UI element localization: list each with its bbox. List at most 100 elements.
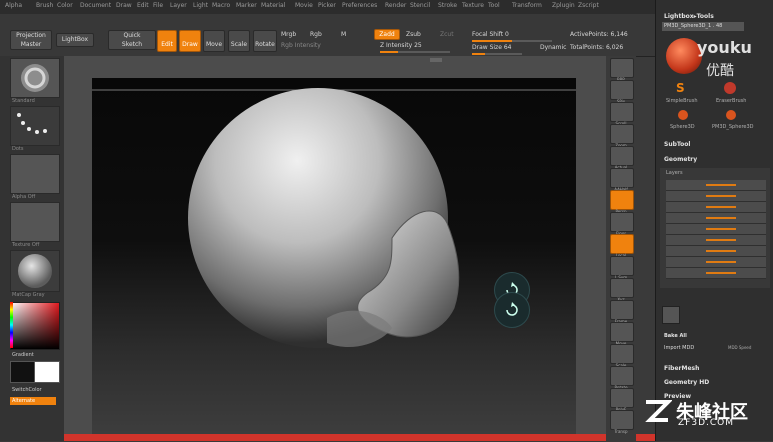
shelf-button-floor[interactable] — [610, 212, 634, 232]
layer-row[interactable] — [666, 246, 766, 257]
bake-all-button[interactable]: Bake All — [664, 333, 687, 339]
layer-intensity-slider[interactable] — [706, 239, 736, 241]
fibermesh-header[interactable]: FiberMesh — [664, 365, 699, 372]
menu-item-macro[interactable]: Macro — [212, 2, 230, 9]
menu-item-draw[interactable]: Draw — [116, 2, 132, 9]
layers-subpalette-label[interactable]: Layers — [666, 170, 683, 176]
edit-button[interactable]: Edit — [157, 30, 177, 52]
layer-intensity-slider[interactable] — [706, 217, 736, 219]
shelf-button-scroll[interactable] — [610, 102, 634, 122]
draw-size-label[interactable]: Draw Size 64 — [472, 44, 511, 51]
menu-item-zscript[interactable]: Zscript — [578, 2, 599, 9]
mdd-speed-slider[interactable]: MDD Speed — [728, 345, 751, 350]
layer-row[interactable] — [666, 202, 766, 213]
viewport-canvas[interactable] — [92, 78, 576, 438]
rgb-toggle[interactable]: Rgb — [310, 31, 322, 38]
eraser-brush-label[interactable]: EraserBrush — [716, 98, 746, 104]
menu-item-preferences[interactable]: Preferences — [342, 2, 377, 9]
lightbox-tools-header[interactable]: Lightbox▸Tools — [664, 13, 714, 20]
shelf-button-persp[interactable] — [610, 190, 634, 210]
z-intensity-label[interactable]: Z Intensity 25 — [380, 42, 422, 49]
sphere3d-icon[interactable] — [678, 110, 688, 120]
current-tool-name[interactable]: PM3D_Sphere3D_1 . 48 — [662, 22, 744, 31]
menu-item-color[interactable]: Color — [57, 2, 73, 9]
switch-color-button[interactable]: SwitchColor — [12, 387, 42, 393]
shelf-button-polyf[interactable] — [610, 388, 634, 408]
menu-item-zplugin[interactable]: Zplugin — [552, 2, 575, 9]
layer-row[interactable] — [666, 224, 766, 235]
layer-row[interactable] — [666, 257, 766, 268]
hue-strip[interactable] — [10, 302, 13, 348]
zadd-button[interactable]: Zadd — [374, 29, 400, 40]
zcut-button[interactable]: Zcut — [440, 31, 454, 38]
shelf-button-aahalf[interactable] — [610, 168, 634, 188]
gradient-label[interactable]: Gradient — [12, 352, 34, 358]
stroke-thumbnail[interactable] — [10, 106, 60, 146]
layer-intensity-slider[interactable] — [706, 206, 736, 208]
geometry-header[interactable]: Geometry — [664, 156, 697, 163]
projection-master-button[interactable]: Projection Master — [10, 30, 52, 50]
main-color-swatch[interactable] — [34, 361, 60, 383]
m-toggle[interactable]: M — [341, 31, 346, 38]
rotate-gizmo-bottom[interactable] — [494, 292, 530, 328]
alternate-button[interactable]: Alternate — [10, 397, 56, 405]
draw-size-slider[interactable] — [472, 53, 522, 55]
shelf-button-zoom[interactable] — [610, 124, 634, 144]
layer-row[interactable] — [666, 235, 766, 246]
shelf-button-local[interactable] — [610, 234, 634, 254]
zsub-button[interactable]: Zsub — [406, 31, 421, 38]
menu-item-movie[interactable]: Movie — [295, 2, 313, 9]
draw-button[interactable]: Draw — [179, 30, 201, 52]
color-picker[interactable] — [10, 302, 60, 350]
scale-button[interactable]: Scale — [228, 30, 250, 52]
layer-row[interactable] — [666, 213, 766, 224]
simple-brush-icon[interactable]: S — [676, 82, 688, 94]
shelf-button-rotate[interactable] — [610, 366, 634, 386]
menu-item-stroke[interactable]: Stroke — [438, 2, 457, 9]
shelf-button-move[interactable] — [610, 322, 634, 342]
shelf-button-lsym[interactable] — [610, 256, 634, 276]
sphere3d-label[interactable]: Sphere3D — [670, 124, 695, 130]
menu-item-transform[interactable]: Transform — [512, 2, 542, 9]
quick-sketch-button[interactable]: Quick Sketch — [108, 30, 156, 50]
pm3d-sphere-icon[interactable] — [726, 110, 736, 120]
material-thumbnail[interactable] — [10, 250, 60, 292]
dynamic-toggle[interactable]: Dynamic — [540, 44, 566, 51]
focal-shift-label[interactable]: Focal Shift 0 — [472, 31, 509, 38]
shelf-button-transp[interactable] — [610, 410, 634, 430]
menu-item-picker[interactable]: Picker — [318, 2, 336, 9]
layer-intensity-slider[interactable] — [706, 272, 736, 274]
menu-item-document[interactable]: Document — [80, 2, 111, 9]
geometry-hd-header[interactable]: Geometry HD — [664, 379, 709, 386]
pm3d-sphere-label[interactable]: PM3D_Sphere3D — [712, 124, 754, 130]
secondary-color-swatch[interactable] — [10, 361, 36, 383]
layer-intensity-slider[interactable] — [706, 250, 736, 252]
brush-thumbnail[interactable] — [10, 58, 60, 98]
layer-row[interactable] — [666, 180, 766, 191]
mrgb-toggle[interactable]: Mrgb — [281, 31, 296, 38]
focal-shift-slider[interactable] — [472, 40, 552, 42]
menu-item-tool[interactable]: Tool — [488, 2, 500, 9]
shelf-button-spix[interactable] — [610, 80, 634, 100]
menu-item-stencil[interactable]: Stencil — [410, 2, 430, 9]
layer-intensity-slider[interactable] — [706, 184, 736, 186]
menu-item-light[interactable]: Light — [193, 2, 208, 9]
shelf-button-bpr[interactable] — [610, 58, 634, 78]
alpha-thumbnail[interactable] — [10, 154, 60, 194]
menu-item-alpha[interactable]: Alpha — [5, 2, 22, 9]
menu-item-file[interactable]: File — [153, 2, 163, 9]
import-mdd-button[interactable]: Import MDD — [664, 345, 694, 351]
layer-toggle-button[interactable] — [662, 306, 680, 324]
shelf-button-actual[interactable] — [610, 146, 634, 166]
rotate-button[interactable]: Rotate — [253, 30, 277, 52]
layer-row[interactable] — [666, 191, 766, 202]
layer-intensity-slider[interactable] — [706, 195, 736, 197]
menu-item-marker[interactable]: Marker — [236, 2, 257, 9]
layer-intensity-slider[interactable] — [706, 228, 736, 230]
z-intensity-slider[interactable] — [380, 51, 450, 53]
menu-item-texture[interactable]: Texture — [462, 2, 484, 9]
layer-row[interactable] — [666, 268, 766, 279]
menu-item-material[interactable]: Material — [261, 2, 285, 9]
menu-item-brush[interactable]: Brush — [36, 2, 53, 9]
shelf-button-xyz[interactable] — [610, 278, 634, 298]
